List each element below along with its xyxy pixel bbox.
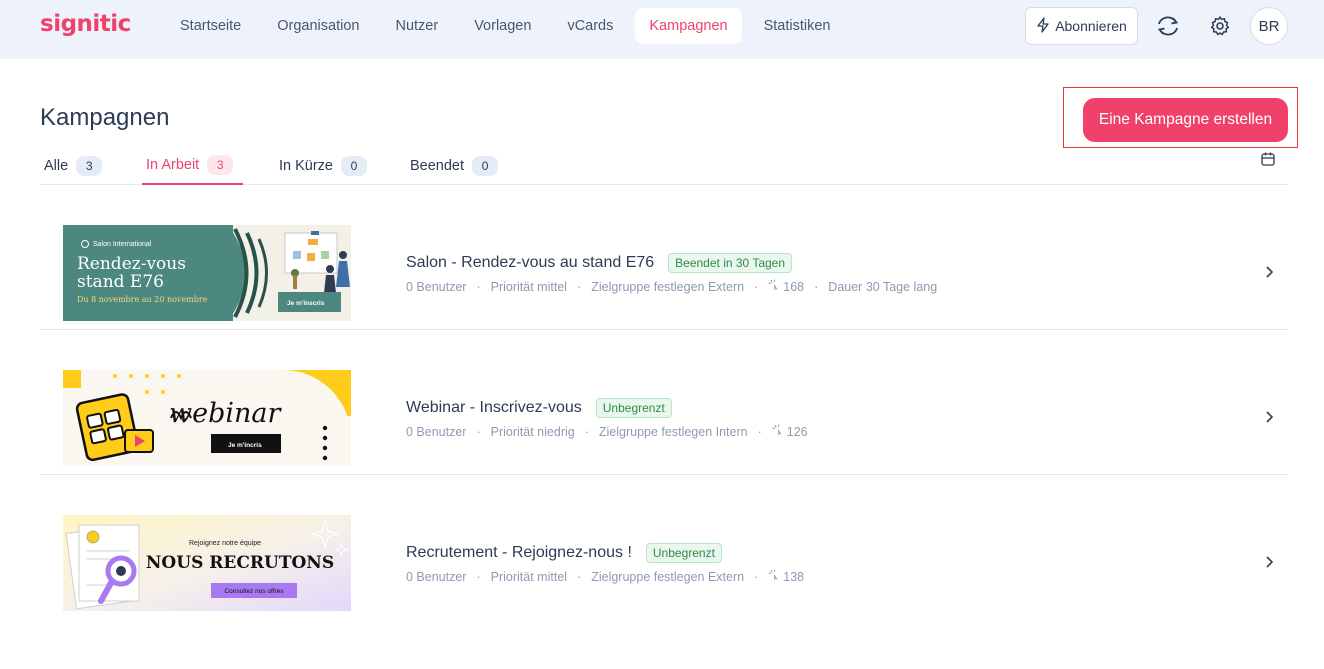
click-icon: [768, 569, 780, 584]
nav-item-vorlagen[interactable]: Vorlagen: [460, 8, 545, 44]
meta-users: 0 Benutzer: [406, 279, 467, 294]
campaign-title-row: Recrutement - Rejoignez-nous ! Unbegrenz…: [406, 543, 722, 563]
tab-count: 3: [76, 155, 103, 176]
tab-count: 0: [341, 155, 367, 176]
meta-separator: ·: [757, 424, 762, 439]
meta-duration: Dauer 30 Tage lang: [828, 279, 938, 294]
banner-line-1: Rendez-vous: [77, 254, 186, 274]
meta-separator: ·: [476, 569, 481, 584]
main-nav: Startseite Organisation Nutzer Vorlagen …: [166, 8, 852, 44]
nav-item-nutzer[interactable]: Nutzer: [381, 8, 452, 44]
status-badge: Beendet in 30 Tagen: [668, 253, 793, 273]
banner-cta: Consultez nos offres: [224, 588, 284, 595]
campaign-title-row: Webinar - Inscrivez-vous Unbegrenzt: [406, 398, 672, 418]
status-badge: Unbegrenzt: [595, 398, 672, 418]
signitic-logo[interactable]: signitic: [40, 11, 131, 37]
banner-word: webinar: [169, 398, 282, 429]
campaign-title: Salon - Rendez-vous au stand E76: [406, 254, 655, 271]
banner-brand-text: Salon International: [93, 241, 152, 248]
tab-in-arbeit[interactable]: In Arbeit 3: [142, 146, 243, 185]
campaign-meta: 0 Benutzer · Priorität mittel · Zielgruppe…: [406, 569, 804, 584]
nav-item-organisation[interactable]: Organisation: [263, 8, 373, 44]
campaign-title: Recrutement - Rejoignez-nous !: [406, 544, 632, 561]
banner-cta: Je m'inscris: [287, 300, 325, 307]
top-navigation-bar: signitic Startseite Organisation Nutzer …: [0, 0, 1324, 59]
meta-clicks: 138: [783, 569, 805, 584]
tab-count: 0: [472, 155, 499, 176]
tab-label: Beendet: [410, 157, 465, 174]
meta-separator: ·: [754, 279, 759, 294]
nav-item-kampagnen[interactable]: Kampagnen: [635, 8, 742, 44]
campaign-banner-image: Rejoignez notre équipe NOUS RECRUTONS Co…: [63, 515, 351, 611]
click-icon: [768, 279, 780, 294]
meta-separator: ·: [476, 279, 481, 294]
meta-priority: Priorität niedrig: [490, 424, 575, 439]
meta-separator: ·: [577, 569, 582, 584]
meta-priority: Priorität mittel: [490, 569, 568, 584]
meta-priority: Priorität mittel: [490, 279, 568, 294]
gear-icon[interactable]: [1204, 10, 1236, 42]
banner-line-2: stand E76: [77, 272, 164, 292]
meta-target: Zielgruppe festlegen Intern: [598, 424, 748, 439]
campaign-meta: 0 Benutzer · Priorität mittel · Zielgruppe…: [406, 279, 937, 294]
campaign-row[interactable]: webinar Je m'incris Webinar - Inscrivez-…: [40, 330, 1288, 475]
status-badge: Unbegrenzt: [645, 543, 722, 563]
tab-label: Alle: [44, 157, 69, 174]
meta-separator: ·: [584, 424, 589, 439]
meta-target: Zielgruppe festlegen Extern: [591, 569, 745, 584]
lightning-icon: [1036, 16, 1050, 36]
chevron-right-icon[interactable]: [1264, 410, 1274, 429]
nav-item-statistiken[interactable]: Statistiken: [750, 8, 845, 44]
tab-alle[interactable]: Alle 3: [40, 146, 106, 185]
chevron-right-icon[interactable]: [1264, 265, 1274, 284]
tab-label: In Arbeit: [146, 156, 200, 173]
meta-clicks: 168: [783, 279, 805, 294]
meta-users: 0 Benutzer: [406, 424, 467, 439]
banner-cta: Je m'incris: [228, 442, 262, 449]
meta-separator: ·: [577, 279, 582, 294]
page-title: Kampagnen: [40, 104, 170, 131]
chevron-right-icon[interactable]: [1264, 555, 1274, 574]
tab-beendet[interactable]: Beendet 0: [406, 146, 502, 185]
subscribe-button[interactable]: Abonnieren: [1025, 7, 1138, 45]
tab-count: 3: [207, 154, 234, 175]
campaign-banner-image: Salon International Rendez-vous stand E7…: [63, 225, 351, 321]
campaign-status-tabs: Alle 3 In Arbeit 3 In Kürze 0 Beendet 0: [40, 146, 1288, 185]
campaign-banner-image: webinar Je m'incris: [63, 370, 351, 466]
meta-clicks: 126: [786, 424, 808, 439]
tab-in-kuerze[interactable]: In Kürze 0: [275, 146, 371, 185]
campaign-meta: 0 Benutzer · Priorität niedrig · Zielgrupp…: [406, 424, 808, 439]
campaign-row[interactable]: Rejoignez notre équipe NOUS RECRUTONS Co…: [40, 475, 1288, 620]
meta-separator: ·: [814, 279, 819, 294]
campaign-title: Webinar - Inscrivez-vous: [406, 399, 582, 416]
banner-dates: Du 8 novembre au 20 novembre: [77, 295, 208, 304]
nav-item-vcards[interactable]: vCards: [553, 8, 627, 44]
meta-target: Zielgruppe festlegen Extern: [591, 279, 745, 294]
banner-headline: NOUS RECRUTONS: [146, 553, 334, 573]
banner-kicker: Rejoignez notre équipe: [189, 540, 261, 547]
nav-item-startseite[interactable]: Startseite: [166, 8, 255, 44]
sync-icon[interactable]: [1152, 10, 1184, 42]
click-icon: [772, 424, 784, 439]
calendar-icon[interactable]: [1260, 151, 1276, 172]
meta-users: 0 Benutzer: [406, 569, 467, 584]
tab-label: In Kürze: [279, 157, 333, 174]
campaign-row[interactable]: Salon International Rendez-vous stand E7…: [40, 185, 1288, 330]
user-avatar[interactable]: BR: [1250, 7, 1288, 45]
meta-separator: ·: [476, 424, 481, 439]
create-campaign-button[interactable]: Eine Kampagne erstellen: [1083, 98, 1288, 142]
meta-separator: ·: [754, 569, 759, 584]
subscribe-label: Abonnieren: [1055, 18, 1127, 34]
campaign-title-row: Salon - Rendez-vous au stand E76 Beendet…: [406, 253, 793, 273]
